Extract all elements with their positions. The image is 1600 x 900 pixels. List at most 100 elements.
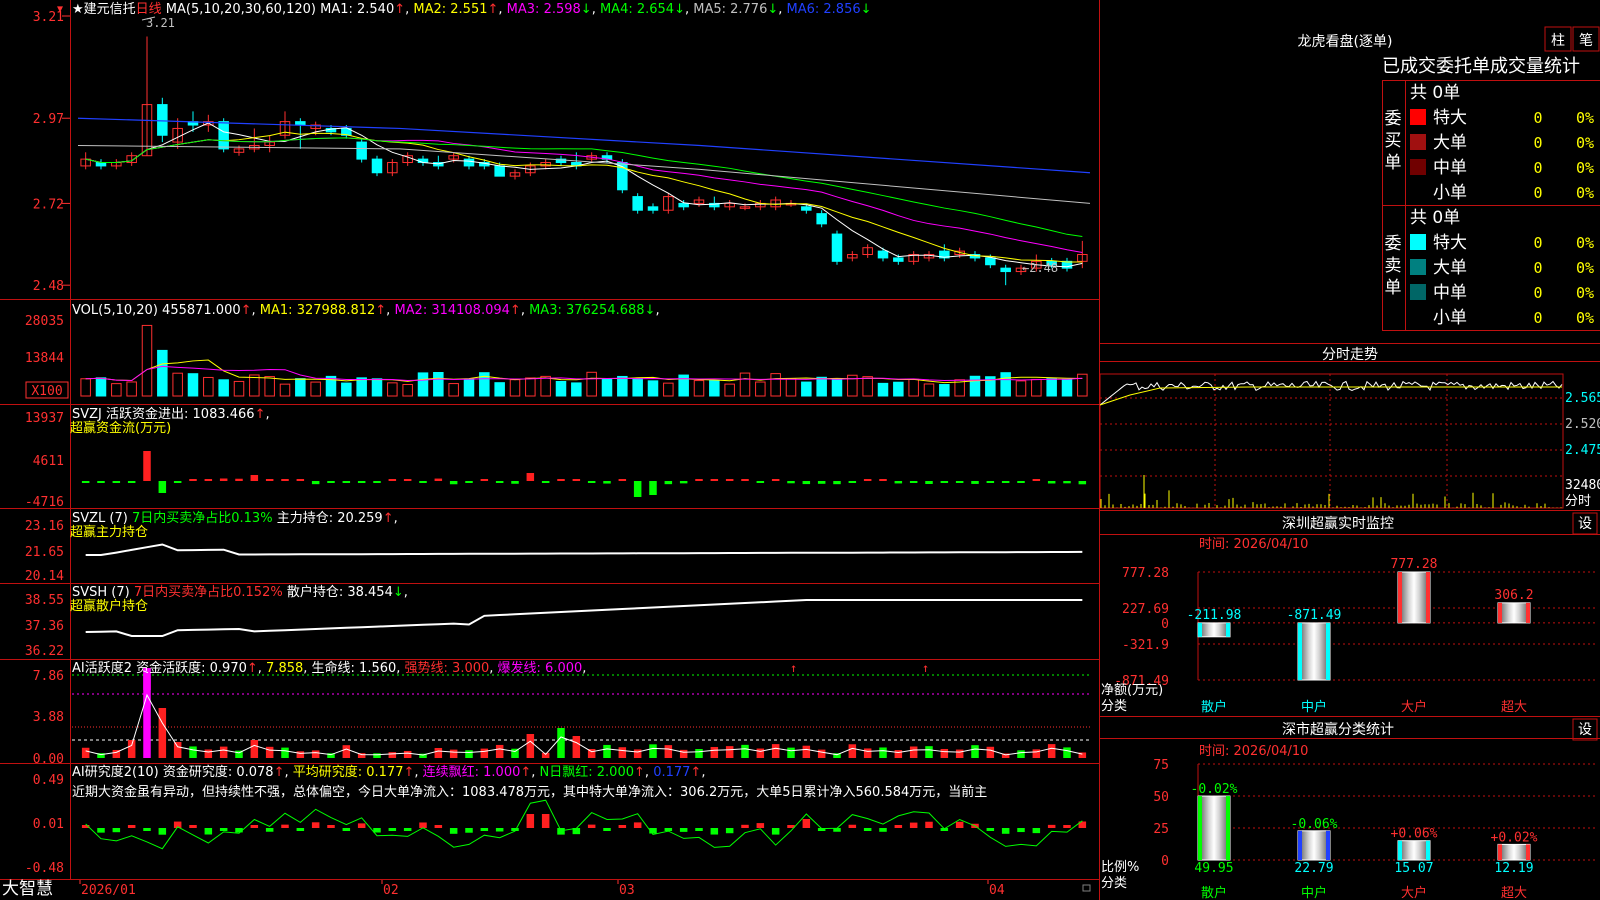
research-bar bbox=[802, 819, 811, 828]
dragon-tiger-title: 龙虎看盘(逐单) bbox=[1298, 33, 1393, 50]
activity-bar bbox=[771, 744, 780, 758]
buy-row-count: 0 bbox=[1533, 159, 1542, 177]
volume-bar bbox=[770, 373, 781, 397]
intraday-price-tick: 2.565 bbox=[1565, 391, 1600, 406]
pen-view-label[interactable]: 笔 bbox=[1579, 33, 1593, 49]
research-bar bbox=[250, 825, 259, 828]
fund-flow-bar bbox=[357, 481, 366, 484]
activity-bar bbox=[265, 746, 274, 758]
sz-monitor-bar-edge bbox=[1298, 622, 1302, 680]
intraday-avg-line bbox=[1099, 386, 1562, 406]
low-price-label: ←2.48 bbox=[1022, 261, 1058, 275]
fund-flow-bar bbox=[955, 481, 964, 483]
activity-bar bbox=[434, 747, 443, 758]
ai-active-tick-label: 0.00 bbox=[33, 752, 64, 767]
sz-monitor-category: 大户 bbox=[1401, 699, 1427, 715]
buy-row-name: 特大 bbox=[1433, 108, 1467, 128]
fund-flow-bar bbox=[557, 479, 565, 481]
vol-unit-label: X100 bbox=[31, 384, 62, 399]
activity-bar bbox=[955, 749, 964, 758]
svzl-header: SVZL (7) 7日内买卖净占比0.13% 主力持仓: 20.259↑, bbox=[72, 510, 398, 526]
buy-row-name: 中单 bbox=[1433, 158, 1467, 178]
volume-bar bbox=[816, 376, 827, 397]
bar-view-label[interactable]: 柱 bbox=[1551, 33, 1565, 49]
price-header: ★建元信托日线 MA(5,10,20,30,60,120) MA1: 2.540… bbox=[72, 2, 872, 17]
signal-arrow: ↑ bbox=[922, 661, 929, 675]
research-bar bbox=[342, 828, 351, 831]
fund-flow-bar bbox=[373, 481, 381, 483]
activity-bar bbox=[695, 749, 703, 758]
fund-flow-bar bbox=[879, 479, 887, 481]
main-position-line bbox=[85, 543, 1083, 556]
svzj-tick-label: 4611 bbox=[33, 454, 64, 469]
buy-side-char: 买 bbox=[1385, 131, 1402, 151]
ma-line-2 bbox=[85, 131, 1083, 263]
activity-bar bbox=[909, 746, 918, 758]
sz-monitor-category: 超大 bbox=[1501, 700, 1527, 715]
research-bar bbox=[879, 828, 887, 832]
activity-bar bbox=[311, 750, 320, 758]
sz-classify-bar-edge bbox=[1226, 796, 1230, 860]
sz-classify-title: 深市超赢分类统计 bbox=[1282, 721, 1394, 738]
sell-row-count: 0 bbox=[1533, 284, 1542, 302]
activity-bar bbox=[495, 744, 504, 758]
sell-side-char: 单 bbox=[1385, 278, 1402, 298]
volume-bar bbox=[141, 324, 153, 397]
intraday-price-line bbox=[1099, 380, 1563, 406]
fund-flow-bar bbox=[235, 478, 243, 481]
activity-line bbox=[85, 693, 1083, 756]
svsh-tick-label: 37.36 bbox=[25, 619, 64, 634]
sz-monitor-value-label: -871.49 bbox=[1287, 608, 1342, 623]
volume-bar bbox=[724, 383, 735, 397]
sz-classify-change-label: -0.06% bbox=[1291, 817, 1338, 832]
candle-body bbox=[371, 158, 383, 174]
menu-arrow-icon[interactable]: ▼ bbox=[57, 4, 63, 15]
vol-tick-label: 28035 bbox=[25, 314, 64, 329]
signal-arrow: ↑ bbox=[790, 661, 797, 675]
volume-bar bbox=[939, 384, 950, 397]
svzj-subtitle: 超赢资金流(万元) bbox=[70, 420, 171, 436]
volume-bar bbox=[1000, 372, 1011, 397]
volume-bar bbox=[601, 378, 613, 397]
fund-flow-bar bbox=[388, 479, 397, 481]
volume-header: VOL(5,10,20) 455871.000↑, MA1: 327988.81… bbox=[72, 303, 660, 318]
sell-row-name: 小单 bbox=[1433, 308, 1467, 328]
volume-bar bbox=[831, 379, 843, 397]
research-bar bbox=[465, 828, 473, 833]
volume-bar bbox=[647, 380, 659, 397]
sell-row-count: 0 bbox=[1533, 309, 1542, 327]
activity-bar bbox=[1032, 749, 1041, 758]
fund-flow-bar bbox=[971, 481, 979, 484]
candle-body bbox=[157, 104, 168, 136]
buy-side-char: 单 bbox=[1385, 153, 1402, 173]
sz-classify-settings-label[interactable]: 设 bbox=[1578, 722, 1592, 738]
candle-body bbox=[356, 141, 367, 160]
fund-flow-bar bbox=[143, 451, 151, 481]
volume-bar bbox=[387, 382, 398, 397]
volume-bar bbox=[463, 378, 475, 397]
research-bar bbox=[311, 822, 320, 828]
volume-bar bbox=[187, 373, 199, 397]
research-bar bbox=[388, 828, 397, 831]
buy-row-count: 0 bbox=[1533, 184, 1542, 202]
intraday-price-tick: 2.475 bbox=[1565, 443, 1600, 458]
ma-line-1 bbox=[85, 122, 1083, 268]
candle-body bbox=[893, 257, 904, 262]
intraday-price-tick: 2.520 bbox=[1565, 417, 1600, 432]
research-bar bbox=[1063, 825, 1071, 828]
fund-flow-bar bbox=[281, 479, 289, 481]
activity-bar bbox=[342, 745, 351, 758]
volume-bar bbox=[509, 379, 521, 397]
volume-bar bbox=[586, 371, 597, 397]
research-bar bbox=[587, 824, 596, 828]
activity-bar bbox=[741, 744, 749, 758]
activity-bar bbox=[127, 740, 136, 758]
sz-monitor-settings-label[interactable]: 设 bbox=[1578, 516, 1592, 532]
activity-bar bbox=[817, 749, 826, 758]
sz-classify-bar bbox=[1397, 840, 1431, 861]
fund-flow-bar bbox=[189, 479, 197, 481]
volume-bar bbox=[908, 378, 919, 397]
sz-classify-bar-edge bbox=[1426, 840, 1430, 860]
intraday-title: 分时走势 bbox=[1322, 347, 1378, 363]
research-bar bbox=[557, 828, 565, 835]
